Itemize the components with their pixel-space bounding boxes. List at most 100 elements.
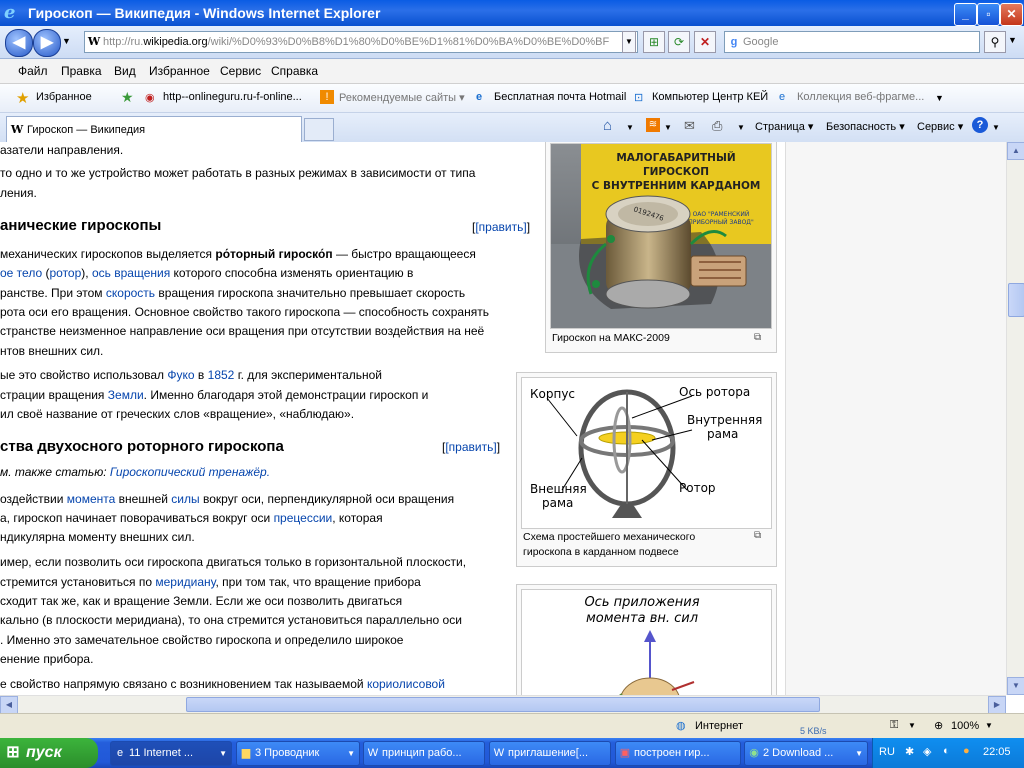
link-earth[interactable]: Земли xyxy=(108,388,144,402)
back-button[interactable]: ◀ xyxy=(5,29,33,57)
stop-icon[interactable]: ✕ xyxy=(694,31,716,53)
diagram-label: Корпус xyxy=(530,387,575,401)
new-tab-button[interactable] xyxy=(304,118,334,141)
task-internet-explorer[interactable]: e 11 Internet ... ▼ xyxy=(110,741,232,766)
link-1852[interactable]: 1852 xyxy=(208,368,235,382)
tray-volume-icon[interactable]: ◐ xyxy=(943,745,950,757)
edit-section-link[interactable]: [[править]] xyxy=(472,220,530,234)
address-input[interactable]: Whttp://ru.wikipedia.org/wiki/%D0%93%D0%… xyxy=(84,31,638,53)
text-line: ндикулярна моменту внешних сил. xyxy=(0,530,195,544)
link-speed[interactable]: скорость xyxy=(106,286,155,300)
search-input[interactable]: g Google xyxy=(724,31,980,53)
protected-mode-dropdown-icon[interactable]: ▼ xyxy=(908,721,916,730)
minimize-button[interactable]: _ xyxy=(954,3,977,26)
compat-view-icon[interactable]: ⊞ xyxy=(643,31,665,53)
help-icon[interactable]: ? xyxy=(972,117,988,133)
link-solid-body[interactable]: ое тело xyxy=(0,266,42,280)
security-zone[interactable]: Интернет xyxy=(695,720,743,732)
link-coriolis[interactable]: кориолисовой xyxy=(367,677,445,691)
title-bar[interactable]: e Гироскоп — Википедия - Windows Interne… xyxy=(0,0,1024,26)
gyroscope-photo[interactable]: МАЛОГАБАРИТНЫЙ ГИРОСКОП С ВНУТРЕННИМ КАР… xyxy=(550,143,772,329)
link-force[interactable]: силы xyxy=(171,492,199,506)
rss-feed-icon[interactable]: ≋ xyxy=(646,118,660,132)
horizontal-scrollbar[interactable]: ◀ ▶ xyxy=(0,695,1006,714)
link-meridian[interactable]: меридиану xyxy=(155,575,215,589)
edit-section-link[interactable]: [[править]] xyxy=(442,440,500,454)
scroll-left-icon[interactable]: ◀ xyxy=(0,696,18,714)
menu-view[interactable]: Вид xyxy=(114,64,136,78)
menu-file[interactable]: Файл xyxy=(18,64,48,78)
favorites-button[interactable]: Избранное xyxy=(36,91,92,103)
menu-tools[interactable]: Сервис xyxy=(220,64,261,78)
tray-network-icon[interactable]: ◈ xyxy=(923,745,931,758)
menu-help[interactable]: Справка xyxy=(271,64,318,78)
computer-center-icon: ⊡ xyxy=(634,92,644,104)
scroll-up-icon[interactable]: ▲ xyxy=(1007,142,1024,160)
link-rotation-axis[interactable]: ось вращения xyxy=(92,266,170,280)
tab-label: Гироскоп — Википедия xyxy=(27,124,146,136)
task-word-doc-1[interactable]: Wпринцип рабо... xyxy=(363,741,485,766)
link-moment[interactable]: момента xyxy=(67,492,116,506)
zoom-dropdown-icon[interactable]: ▼ xyxy=(985,721,993,730)
forward-button[interactable]: ▶ xyxy=(33,29,61,57)
fav-recommended-sites[interactable]: Рекомендуемые сайты ▾ xyxy=(339,91,465,104)
enlarge-icon[interactable]: ⧉ xyxy=(754,530,761,541)
tray-app-icon[interactable]: ● xyxy=(963,745,970,757)
clock[interactable]: 22:05 xyxy=(983,746,1011,758)
tray-bluetooth-icon[interactable]: ✱ xyxy=(905,745,914,758)
link-foucault[interactable]: Фуко xyxy=(167,368,194,382)
edit-link-text[interactable]: [править] xyxy=(475,220,526,234)
search-options-icon[interactable]: ▼ xyxy=(1008,35,1017,45)
task-pdf[interactable]: ▣ построен гир... xyxy=(615,741,741,766)
diagram-label: Ось приложения xyxy=(584,595,699,610)
folder-icon: ▆ xyxy=(241,747,251,759)
fav-onlineguru[interactable]: http--onlineguru.ru-f-online... xyxy=(163,91,302,103)
link-rotor[interactable]: ротор xyxy=(49,266,81,280)
tools-menu[interactable]: Сервис ▾ xyxy=(917,120,963,133)
mail-icon[interactable]: ✉ xyxy=(684,118,695,134)
vertical-scrollbar[interactable]: ▲ ▼ xyxy=(1006,142,1024,695)
scroll-right-icon[interactable]: ▶ xyxy=(988,696,1006,714)
fav-computer-center[interactable]: Компьютер Центр КЕЙ xyxy=(652,91,768,103)
task-explorer[interactable]: ▆ 3 Проводник ▼ xyxy=(236,741,360,766)
link-precession[interactable]: прецессии xyxy=(274,511,333,525)
menu-favorites[interactable]: Избранное xyxy=(149,64,210,78)
menu-edit[interactable]: Правка xyxy=(61,64,102,78)
zoom-level[interactable]: 100% xyxy=(951,720,979,732)
search-icon[interactable]: ⚲ xyxy=(984,31,1006,53)
task-word-doc-2[interactable]: Wприглашение[... xyxy=(489,741,611,766)
task-download[interactable]: ◉ 2 Download ... ▼ xyxy=(744,741,868,766)
page-menu[interactable]: Страница ▾ xyxy=(755,120,813,133)
vertical-scroll-thumb[interactable] xyxy=(1008,283,1024,317)
edit-link-text[interactable]: [править] xyxy=(445,440,496,454)
language-indicator[interactable]: RU xyxy=(879,746,895,758)
address-host: wikipedia.org xyxy=(143,36,208,48)
refresh-icon[interactable]: ⟳ xyxy=(668,31,690,53)
home-icon[interactable]: ⌂ xyxy=(603,117,612,134)
close-button[interactable]: ✕ xyxy=(1000,3,1023,26)
horizontal-scroll-thumb[interactable] xyxy=(186,697,820,712)
scroll-down-icon[interactable]: ▼ xyxy=(1007,677,1024,695)
fav-webslice-gallery[interactable]: Коллекция веб-фрагме... xyxy=(797,91,924,103)
link-gyro-trainer[interactable]: Гироскопический тренажёр. xyxy=(110,465,270,479)
rss-dropdown-icon[interactable]: ▼ xyxy=(664,123,672,132)
safety-menu[interactable]: Безопасность ▾ xyxy=(826,120,905,133)
print-dropdown-icon[interactable]: ▼ xyxy=(737,123,745,132)
help-dropdown-icon[interactable]: ▼ xyxy=(992,123,1000,132)
text-line: ранстве. При этом скорость вращения гиро… xyxy=(0,286,466,300)
print-icon[interactable]: ⎙ xyxy=(712,118,722,134)
add-favorite-icon[interactable]: ★ xyxy=(121,89,134,106)
maximize-button[interactable]: ▫ xyxy=(977,3,1000,26)
fav-hotmail[interactable]: Бесплатная почта Hotmail xyxy=(494,91,626,103)
start-button[interactable]: ⊞ пуск xyxy=(0,738,98,768)
moment-diagram[interactable]: Ось приложения момента вн. сил xyxy=(521,589,772,695)
home-dropdown-icon[interactable]: ▼ xyxy=(626,123,634,132)
gyroscope-diagram[interactable]: Корпус Ось ротора Внутренняя рама Ротор … xyxy=(521,377,772,529)
history-dropdown-icon[interactable]: ▼ xyxy=(62,36,71,46)
favorites-more-icon[interactable]: ▼ xyxy=(935,93,944,103)
address-dropdown-icon[interactable]: ▼ xyxy=(622,31,636,53)
protected-mode-icon[interactable]: ⚿ xyxy=(890,719,898,732)
enlarge-icon[interactable]: ⧉ xyxy=(754,332,761,343)
tab-gyroscope[interactable]: W Гироскоп — Википедия xyxy=(6,116,302,142)
zoom-icon[interactable]: ⊕ xyxy=(934,719,943,732)
